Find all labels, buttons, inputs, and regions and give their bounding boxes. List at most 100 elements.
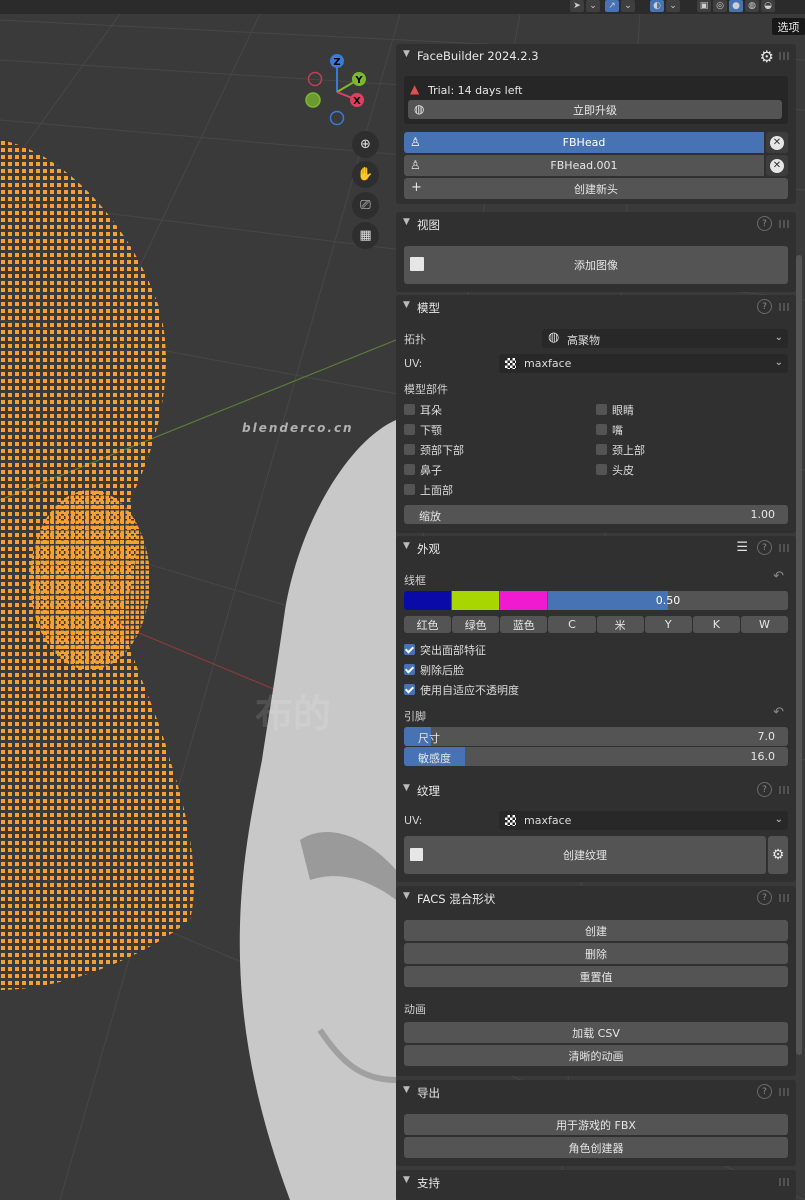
- part-checkbox-neck-upper[interactable]: [596, 444, 607, 455]
- part-checkbox-scalp[interactable]: [596, 464, 607, 475]
- texture-header[interactable]: ▼ 纹理 ?: [396, 778, 796, 802]
- addon-title: FaceBuilder 2024.2.3: [417, 49, 539, 63]
- delete-head-button[interactable]: ✕: [766, 155, 788, 176]
- preset-yellow-button[interactable]: Y: [644, 616, 692, 633]
- gizmo-icon[interactable]: ↗: [605, 0, 619, 12]
- chevron-down-icon[interactable]: ⌄: [621, 0, 635, 12]
- create-head-button[interactable]: + 创建新头: [404, 178, 788, 199]
- drag-grip-icon[interactable]: [779, 544, 791, 552]
- rendered-shading-icon[interactable]: ◒: [761, 0, 775, 12]
- part-checkbox-upper-face[interactable]: [404, 484, 415, 495]
- zoom-icon[interactable]: ⊕: [352, 131, 379, 158]
- part-checkbox-nose[interactable]: [404, 464, 415, 475]
- preset-blue-button[interactable]: 蓝色: [500, 616, 548, 633]
- gizmo-toggle-group[interactable]: ↗ ⌄: [605, 0, 635, 12]
- views-header[interactable]: ▼ 视图 ?: [396, 212, 796, 236]
- wireframe-color-2[interactable]: [452, 591, 499, 610]
- delete-head-button[interactable]: ✕: [766, 132, 788, 153]
- wireframe-color-1[interactable]: [404, 591, 451, 610]
- facs-header[interactable]: ▼ FACS 混合形状 ?: [396, 886, 796, 910]
- export-fbx-button[interactable]: 用于游戏的 FBX: [404, 1114, 788, 1135]
- part-checkbox-mouth[interactable]: [596, 424, 607, 435]
- create-texture-button[interactable]: 创建纹理: [404, 836, 766, 874]
- support-header[interactable]: ▼ 支持: [396, 1170, 796, 1194]
- drag-grip-icon[interactable]: [779, 1178, 791, 1186]
- overlay-icon[interactable]: ◐: [650, 0, 664, 12]
- texture-settings-button[interactable]: ⚙: [768, 836, 788, 874]
- drag-grip-icon[interactable]: [779, 786, 791, 794]
- model-header[interactable]: ▼ 模型 ?: [396, 295, 796, 319]
- list-menu-icon[interactable]: ☰: [736, 540, 748, 555]
- head-item-fbhead[interactable]: ♙ FBHead: [404, 132, 764, 153]
- gear-icon[interactable]: ⚙: [760, 47, 774, 66]
- part-checkbox-neck-lower[interactable]: [404, 444, 415, 455]
- facs-reset-button[interactable]: 重置值: [404, 966, 788, 987]
- drag-grip-icon[interactable]: [779, 1088, 791, 1096]
- chevron-down-icon: ⌄: [774, 332, 783, 343]
- navigation-gizmo[interactable]: Z Y X: [300, 50, 375, 130]
- load-csv-button[interactable]: 加载 CSV: [404, 1022, 788, 1043]
- cull-back-faces-checkbox[interactable]: [404, 664, 415, 675]
- panel-scrollbar[interactable]: [796, 255, 802, 1055]
- uv-dropdown[interactable]: maxface ⌄: [499, 354, 788, 373]
- help-icon[interactable]: ?: [757, 216, 772, 231]
- chevron-down-icon[interactable]: ⌄: [666, 0, 680, 12]
- drag-grip-icon[interactable]: [779, 220, 791, 228]
- highlight-features-checkbox[interactable]: [404, 644, 415, 655]
- select-tool-group[interactable]: ➤ ⌄: [570, 0, 600, 12]
- drag-grip-icon[interactable]: [779, 894, 791, 902]
- scale-field[interactable]: 缩放 1.00: [404, 505, 788, 524]
- image-icon: [410, 257, 424, 271]
- chevron-down-icon: ▼: [403, 541, 410, 551]
- sensitivity-slider[interactable]: 敏感度 16.0: [404, 747, 788, 766]
- appearance-header[interactable]: ▼ 外观 ☰ ?: [396, 536, 796, 560]
- head-item-fbhead-001[interactable]: ♙ FBHead.001: [404, 155, 764, 176]
- gear-icon: ⚙: [771, 847, 785, 863]
- solid-shading-icon[interactable]: ●: [729, 0, 743, 12]
- drag-grip-icon[interactable]: [779, 303, 791, 311]
- reset-icon[interactable]: ↶: [773, 569, 784, 584]
- drag-grip-icon[interactable]: [779, 52, 791, 60]
- character-creator-button[interactable]: 角色创建器: [404, 1137, 788, 1158]
- wireframe-color-3[interactable]: [500, 591, 547, 610]
- add-image-button[interactable]: 添加图像: [404, 246, 788, 284]
- wireframe-shading-icon[interactable]: ◎: [713, 0, 727, 12]
- texture-uv-dropdown[interactable]: maxface ⌄: [499, 811, 788, 830]
- cursor-icon[interactable]: ➤: [570, 0, 584, 12]
- preset-green-button[interactable]: 绿色: [452, 616, 500, 633]
- xray-icon[interactable]: ▣: [697, 0, 711, 12]
- facs-delete-button[interactable]: 删除: [404, 943, 788, 964]
- wireframe-color-row: 0.50: [404, 591, 788, 610]
- shading-group[interactable]: ▣ ◎ ● ◍ ◒: [697, 0, 775, 12]
- help-icon[interactable]: ?: [757, 540, 772, 555]
- upgrade-button[interactable]: ◍ 立即升级: [408, 100, 782, 119]
- preset-white-button[interactable]: W: [740, 616, 788, 633]
- facebuilder-header[interactable]: ▼ FaceBuilder 2024.2.3 ⚙: [396, 44, 796, 68]
- pin-size-slider[interactable]: 尺寸 7.0: [404, 727, 788, 746]
- part-checkbox-eyes[interactable]: [596, 404, 607, 415]
- help-icon[interactable]: ?: [757, 299, 772, 314]
- help-icon[interactable]: ?: [757, 782, 772, 797]
- camera-icon[interactable]: ⎚: [352, 192, 379, 219]
- hand-pan-icon[interactable]: ✋: [352, 161, 379, 188]
- adaptive-opacity-checkbox[interactable]: [404, 684, 415, 695]
- chevron-down-icon[interactable]: ⌄: [586, 0, 600, 12]
- part-checkbox-ears[interactable]: [404, 404, 415, 415]
- help-icon[interactable]: ?: [757, 890, 772, 905]
- help-icon[interactable]: ?: [757, 1084, 772, 1099]
- preset-cyan-button[interactable]: C: [548, 616, 596, 633]
- clear-animation-button[interactable]: 清晰的动画: [404, 1045, 788, 1066]
- facs-create-button[interactable]: 创建: [404, 920, 788, 941]
- svg-text:Y: Y: [354, 75, 363, 86]
- preset-red-button[interactable]: 红色: [404, 616, 452, 633]
- material-shading-icon[interactable]: ◍: [745, 0, 759, 12]
- reset-icon[interactable]: ↶: [773, 705, 784, 720]
- preset-m-button[interactable]: 米: [596, 616, 644, 633]
- part-checkbox-jaw[interactable]: [404, 424, 415, 435]
- export-header[interactable]: ▼ 导出 ?: [396, 1080, 796, 1104]
- preset-black-button[interactable]: K: [692, 616, 740, 633]
- topology-dropdown[interactable]: ◍ 高聚物 ⌄: [542, 329, 788, 348]
- overlay-toggle-group[interactable]: ◐ ⌄: [650, 0, 680, 12]
- opacity-slider[interactable]: 0.50: [548, 591, 788, 610]
- perspective-grid-icon[interactable]: ▦: [352, 222, 379, 249]
